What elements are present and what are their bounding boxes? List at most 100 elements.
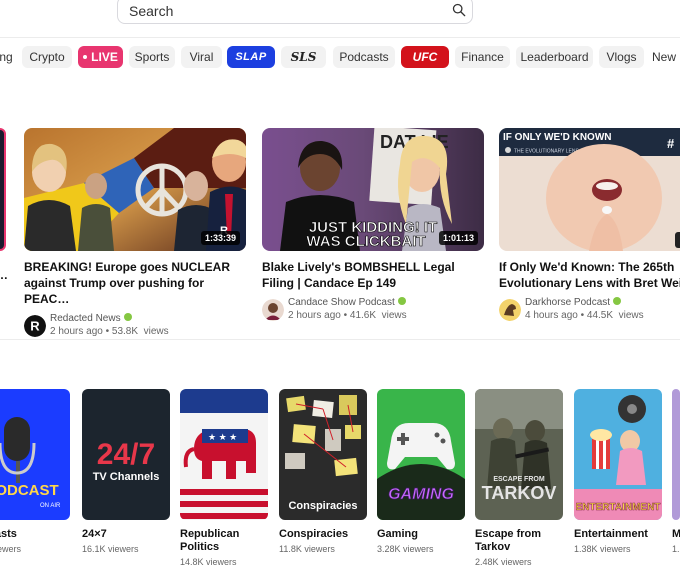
section-divider [0, 339, 680, 340]
category-thumbnail[interactable]: PODCAST ON AIR [0, 389, 70, 520]
category-name[interactable]: M [672, 528, 680, 541]
video-thumbnail[interactable]: R 1:33:39 [24, 128, 246, 251]
svg-text:24/7: 24/7 [97, 438, 155, 471]
svg-text:IF ONLY WE'D KNOWN: IF ONLY WE'D KNOWN [503, 132, 612, 143]
category-viewers: 3.28K viewers [377, 544, 434, 554]
category-name[interactable]: Entertainment [574, 528, 662, 541]
search-input[interactable] [129, 3, 429, 19]
video-card-partial-thumbnail[interactable] [0, 128, 6, 251]
video-thumbnail[interactable]: IF ONLY WE'D KNOWN THE EVOLUTIONARY LENS… [499, 128, 680, 251]
svg-text:R: R [30, 319, 40, 334]
chip-new[interactable]: New [652, 46, 680, 68]
category-thumbnail[interactable] [672, 389, 680, 520]
video-duration: 1:33:39 [200, 231, 240, 245]
svg-text:ENTERTAINMENT: ENTERTAINMENT [576, 502, 661, 513]
category-thumbnail[interactable]: ENTERTAINMENT [574, 389, 662, 520]
category-viewers: 16.1K viewers [82, 544, 139, 554]
svg-text:PODCAST: PODCAST [0, 482, 59, 499]
category-viewers: 14.8K viewers [180, 557, 237, 567]
chip-sls-logo[interactable]: SLS [281, 46, 326, 68]
svg-text:★ ★ ★: ★ ★ ★ [208, 432, 237, 442]
channel-name[interactable]: Redacted News [50, 313, 121, 324]
category-tile-conspiracies[interactable]: Conspiracies Conspiracies 11.8K viewers [279, 389, 367, 554]
header-divider [0, 37, 680, 38]
category-tile-partial[interactable]: M 1. [672, 389, 680, 554]
category-thumbnail[interactable]: Conspiracies [279, 389, 367, 520]
video-views: 44.5K [586, 310, 614, 321]
category-image: PODCAST ON AIR [0, 389, 70, 520]
video-card[interactable]: R 1:33:39 BREAKING! Europe goes NUCLEAR … [24, 128, 246, 339]
svg-text:THE EVOLUTIONARY LENS: THE EVOLUTIONARY LENS [514, 149, 579, 155]
category-thumbnail[interactable]: 24/7 TV Channels [82, 389, 170, 520]
chip-leaderboard[interactable]: Leaderboard [516, 46, 593, 68]
video-thumbnail[interactable]: DAT LIE JUST KIDDING! IT WAS CLICKBAIT 1… [262, 128, 484, 251]
category-viewers: K viewers [0, 544, 22, 554]
category-tile-escape-from-tarkov[interactable]: ESCAPE FROM TARKOV Escape from Tarkov 2.… [475, 389, 563, 567]
verified-badge-icon [123, 313, 132, 322]
chip-sports[interactable]: Sports [129, 46, 175, 68]
verified-badge-icon [397, 297, 406, 306]
svg-text:TARKOV: TARKOV [482, 483, 557, 503]
video-title[interactable]: Blake Lively's BOMBSHELL Legal Filing | … [262, 259, 490, 291]
video-age: 2 hours ago [288, 310, 341, 321]
video-meta: R Redacted News 2 hours ago • 53.8K view… [24, 313, 246, 339]
verified-badge-icon [613, 297, 622, 306]
chip-crypto[interactable]: Crypto [22, 46, 72, 68]
thumbnail-image: IF ONLY WE'D KNOWN THE EVOLUTIONARY LENS… [499, 128, 680, 251]
live-dot-icon [83, 54, 88, 59]
category-image: ENTERTAINMENT [574, 389, 662, 520]
svg-text:GAMING: GAMING [388, 486, 454, 503]
category-thumbnail[interactable]: GAMING [377, 389, 465, 520]
category-name[interactable]: Gaming [377, 528, 465, 541]
category-viewers: 11.8K viewers [279, 544, 335, 554]
video-meta: Darkhorse Podcast 4 hours ago • 44.5K vi… [499, 297, 680, 323]
chip-ufc-logo[interactable]: UFC [401, 46, 449, 68]
chip-slap-logo[interactable]: SLAP [227, 46, 275, 68]
svg-text:#: # [667, 136, 675, 151]
channel-avatar[interactable] [262, 299, 284, 321]
channel-name[interactable]: Darkhorse Podcast [525, 297, 610, 308]
category-tile-entertainment[interactable]: ENTERTAINMENT Entertainment 1.38K viewer… [574, 389, 662, 554]
chip-live[interactable]: LIVE [78, 46, 123, 68]
svg-text:ESCAPE FROM: ESCAPE FROM [493, 476, 545, 483]
channel-name[interactable]: Candace Show Podcast [288, 297, 395, 308]
category-name[interactable]: dcasts [0, 528, 70, 541]
category-image: 24/7 TV Channels [82, 389, 170, 520]
chip-finance[interactable]: Finance [455, 46, 510, 68]
category-thumbnail[interactable]: ★ ★ ★ [180, 389, 268, 520]
chip-gaming[interactable]: ng [0, 46, 16, 68]
search-bar[interactable] [117, 0, 473, 24]
video-card-partial-title: … [0, 268, 8, 282]
chip-viral[interactable]: Viral [181, 46, 222, 68]
category-name[interactable]: 24×7 [82, 528, 170, 541]
video-meta: Candace Show Podcast 2 hours ago • 41.6K… [262, 297, 484, 323]
category-viewers: 1. [672, 544, 680, 554]
search-icon[interactable] [452, 3, 466, 17]
category-name[interactable]: Republican Politics [180, 528, 268, 554]
video-title[interactable]: BREAKING! Europe goes NUCLEAR against Tr… [24, 259, 252, 307]
chip-vlogs[interactable]: Vlogs [599, 46, 644, 68]
category-chips: ng Crypto LIVE Sports Viral SLAP SLS Pod… [0, 46, 680, 68]
channel-avatar[interactable] [499, 299, 521, 321]
svg-text:Conspiracies: Conspiracies [288, 500, 357, 512]
category-tile-republican-politics[interactable]: ★ ★ ★ Republican Politics 14.8K viewers [180, 389, 268, 567]
video-duration: 1:01:13 [438, 231, 478, 245]
svg-text:ON AIR: ON AIR [40, 503, 61, 509]
video-card[interactable]: IF ONLY WE'D KNOWN THE EVOLUTIONARY LENS… [499, 128, 680, 323]
channel-avatar[interactable]: R [24, 315, 46, 337]
video-views: 41.6K [349, 310, 377, 321]
category-tile-gaming[interactable]: GAMING Gaming 3.28K viewers [377, 389, 465, 554]
category-name[interactable]: Conspiracies [279, 528, 367, 541]
video-card[interactable]: DAT LIE JUST KIDDING! IT WAS CLICKBAIT 1… [262, 128, 484, 323]
category-viewers: 1.38K viewers [574, 544, 631, 554]
category-tile-24x7[interactable]: 24/7 TV Channels 24×7 16.1K viewers [82, 389, 170, 554]
category-name[interactable]: Escape from Tarkov [475, 528, 563, 554]
video-views: 53.8K [111, 326, 139, 337]
video-title[interactable]: If Only We'd Known: The 265th Evolutiona… [499, 259, 680, 291]
category-viewers: 2.48K viewers [475, 557, 532, 567]
video-age: 4 hours ago [525, 310, 578, 321]
video-age: 2 hours ago [50, 326, 103, 337]
category-thumbnail[interactable]: ESCAPE FROM TARKOV [475, 389, 563, 520]
category-tile-podcasts[interactable]: PODCAST ON AIR dcasts K viewers [0, 389, 70, 554]
chip-podcasts[interactable]: Podcasts [333, 46, 395, 68]
